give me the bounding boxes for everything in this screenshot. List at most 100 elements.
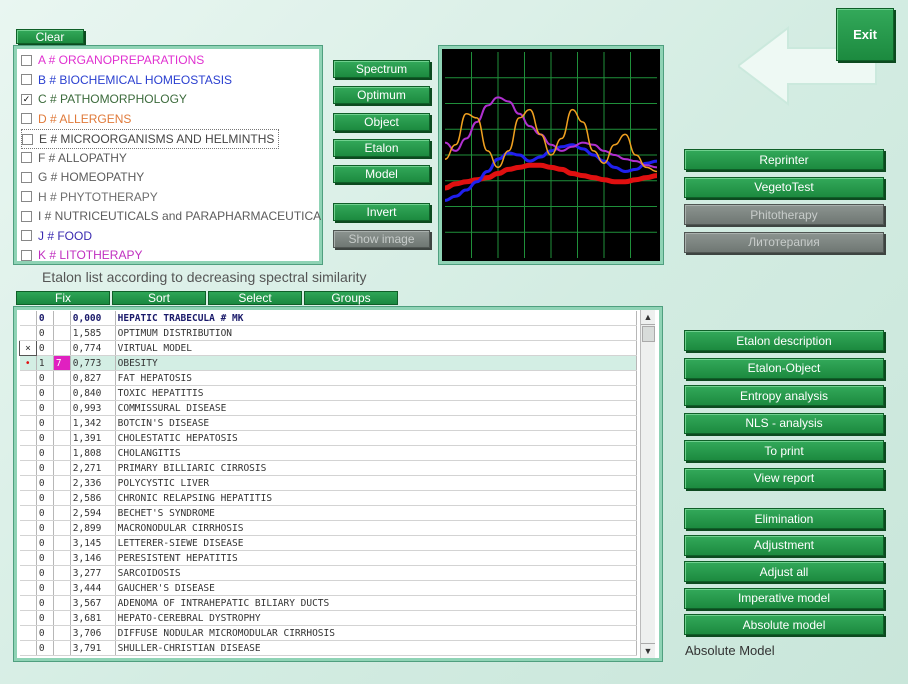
table-row[interactable]: • 1 7 0,773 OBESITY — [19, 355, 638, 371]
scroll-thumb[interactable] — [642, 326, 655, 342]
category-label: H # PHYTOTHERAPY — [38, 189, 158, 204]
table-row[interactable]: 0 0,993 COMMISSURAL DISEASE — [19, 400, 638, 416]
category-item[interactable]: J # FOOD — [21, 227, 92, 245]
category-item[interactable]: ✓ C # PATHOMORPHOLOGY — [21, 90, 187, 108]
table-row[interactable]: 0 3,681 HEPATO-CEREBRAL DYSTROPHY — [19, 610, 638, 626]
table-row[interactable]: 0 0,840 TOXIC HEPATITIS — [19, 385, 638, 401]
list-scrollbar[interactable]: ▲ ▼ — [640, 310, 655, 658]
lithotherapy-button[interactable]: Литотерапия — [684, 231, 884, 253]
table-row[interactable]: 0 2,594 BECHET'S SYNDROME — [19, 505, 638, 521]
row-name-cell: LETTERER-SIEWE DISEASE — [115, 535, 638, 551]
table-row[interactable]: 0 3,145 LETTERER-SIEWE DISEASE — [19, 535, 638, 551]
to-print-button[interactable]: To print — [684, 440, 884, 461]
row-tag-cell — [53, 415, 71, 431]
row-value-cell: 1,342 — [70, 415, 116, 431]
table-row[interactable]: 0 2,586 CHRONIC RELAPSING HEPATITIS — [19, 490, 638, 506]
table-row[interactable]: 0 0,000 HEPATIC TRABECULA # MK — [19, 311, 638, 326]
row-count-cell: 0 — [36, 535, 54, 551]
row-mark-cell — [19, 505, 37, 521]
table-row[interactable]: 0 3,567 ADENOMA OF INTRAHEPATIC BILIARY DU… — [19, 595, 638, 611]
etalon-description-button[interactable]: Etalon description — [684, 330, 884, 351]
row-tag-cell — [53, 370, 71, 386]
spectrum-button[interactable]: Spectrum — [333, 60, 430, 78]
row-value-cell: 0,000 — [70, 311, 116, 326]
category-item[interactable]: G # HOMEOPATHY — [21, 168, 144, 186]
row-count-cell: 0 — [36, 340, 54, 356]
row-count-cell: 0 — [36, 415, 54, 431]
row-count-cell: 0 — [36, 565, 54, 581]
category-label: A # ORGANOPREPARATIONS — [38, 53, 205, 67]
phitotherapy-button[interactable]: Phitotherapy — [684, 204, 884, 225]
row-count-cell: 0 — [36, 370, 54, 386]
category-checkbox[interactable] — [21, 152, 32, 163]
row-mark-cell — [19, 565, 37, 581]
table-row[interactable]: 0 1,342 BOTCIN'S DISEASE — [19, 415, 638, 431]
category-item[interactable]: E # MICROORGANISMS AND HELMINTHS — [21, 129, 280, 149]
category-item[interactable]: K # LITOTHERAPY — [21, 246, 142, 264]
category-label: G # HOMEOPATHY — [38, 170, 145, 184]
sort-header-button[interactable]: Sort — [112, 291, 206, 305]
etalon-button[interactable]: Etalon — [333, 139, 430, 157]
category-checkbox[interactable] — [21, 113, 32, 124]
category-checkbox[interactable] — [21, 230, 32, 241]
category-item[interactable]: I # NUTRICEUTICALS and PARAPHARMACEUTICA — [21, 207, 321, 225]
category-item[interactable]: F # ALLOPATHY — [21, 149, 127, 167]
table-row[interactable]: 0 3,444 GAUCHER'S DISEASE — [19, 580, 638, 596]
object-button[interactable]: Object — [333, 113, 430, 131]
scroll-up-arrow-icon[interactable]: ▲ — [641, 310, 655, 325]
clear-button[interactable]: Clear — [16, 29, 84, 44]
table-row[interactable]: 0 3,146 PERESISTENT HEPATITIS — [19, 550, 638, 566]
category-checkbox[interactable] — [21, 74, 32, 85]
nls-analysis-button[interactable]: NLS - analysis — [684, 412, 884, 434]
row-value-cell: 3,567 — [70, 595, 116, 611]
select-header-button[interactable]: Select — [208, 291, 302, 305]
category-checkbox[interactable] — [21, 171, 32, 183]
model-status-text: Absolute Model — [685, 643, 775, 658]
table-row[interactable]: × 0 0,774 VIRTUAL MODEL — [19, 340, 638, 356]
category-label: D # ALLERGENS — [38, 111, 132, 126]
etalon-object-button[interactable]: Etalon-Object — [684, 357, 884, 379]
table-row[interactable]: 0 2,899 MACRONODULAR CIRRHOSIS — [19, 520, 638, 536]
category-item[interactable]: H # PHYTOTHERAPY — [21, 188, 158, 206]
table-row[interactable]: 0 3,791 SHULLER-CHRISTIAN DISEASE — [19, 640, 638, 656]
category-item[interactable]: A # ORGANOPREPARATIONS — [21, 51, 204, 69]
category-checkbox[interactable] — [21, 249, 32, 261]
view-report-button[interactable]: View report — [684, 467, 884, 489]
table-row[interactable]: 0 1,808 CHOLANGITIS — [19, 445, 638, 461]
list-header-bar: Fix Sort Select Groups — [16, 291, 400, 306]
entropy-analysis-button[interactable]: Entropy analysis — [684, 385, 884, 406]
row-count-cell: 0 — [36, 400, 54, 416]
table-row[interactable]: 0 0,827 FAT HEPATOSIS — [19, 370, 638, 386]
table-row[interactable]: 0 3,277 SARCOIDOSIS — [19, 565, 638, 581]
vegetotest-button[interactable]: VegetoTest — [684, 176, 884, 198]
category-checkbox[interactable] — [22, 133, 33, 145]
table-row[interactable]: 0 1,585 OPTIMUM DISTRIBUTION — [19, 325, 638, 341]
table-row[interactable]: 0 1,391 CHOLESTATIC HEPATOSIS — [19, 430, 638, 446]
absolute-model-button[interactable]: Absolute model — [684, 614, 884, 636]
table-row[interactable]: 0 2,336 POLYCYSTIC LIVER — [19, 475, 638, 491]
category-checkbox[interactable]: ✓ — [21, 93, 32, 105]
exit-button[interactable]: Exit — [836, 8, 894, 61]
etalon-list-panel: 0 0,000 HEPATIC TRABECULA # MK 0 1,585 OPTIMU… — [13, 306, 663, 662]
adjustment-button[interactable]: Adjustment — [684, 534, 884, 556]
fix-header-button[interactable]: Fix — [16, 291, 110, 305]
elimination-button[interactable]: Elimination — [684, 508, 884, 529]
model-button[interactable]: Model — [333, 165, 430, 183]
row-name-cell: POLYCYSTIC LIVER — [115, 475, 638, 491]
table-row[interactable]: 0 3,706 DIFFUSE NODULAR MICROMODULAR CIRRH… — [19, 625, 638, 641]
category-checkbox[interactable] — [21, 210, 32, 222]
show-image-button[interactable]: Show image — [333, 230, 430, 248]
adjust-all-button[interactable]: Adjust all — [684, 561, 884, 583]
row-tag-cell — [53, 430, 71, 446]
category-item[interactable]: D # ALLERGENS — [21, 110, 131, 128]
reprinter-button[interactable]: Reprinter — [684, 149, 884, 170]
optimum-button[interactable]: Optimum — [333, 86, 430, 104]
groups-header-button[interactable]: Groups — [304, 291, 398, 305]
category-checkbox[interactable] — [21, 191, 32, 202]
category-item[interactable]: B # BIOCHEMICAL HOMEOSTASIS — [21, 71, 232, 89]
table-row[interactable]: 0 2,271 PRIMARY BILLIARIC CIRROSIS — [19, 460, 638, 476]
category-checkbox[interactable] — [21, 54, 32, 66]
scroll-down-arrow-icon[interactable]: ▼ — [641, 643, 655, 658]
invert-button[interactable]: Invert — [333, 203, 430, 221]
imperative-model-button[interactable]: Imperative model — [684, 587, 884, 609]
